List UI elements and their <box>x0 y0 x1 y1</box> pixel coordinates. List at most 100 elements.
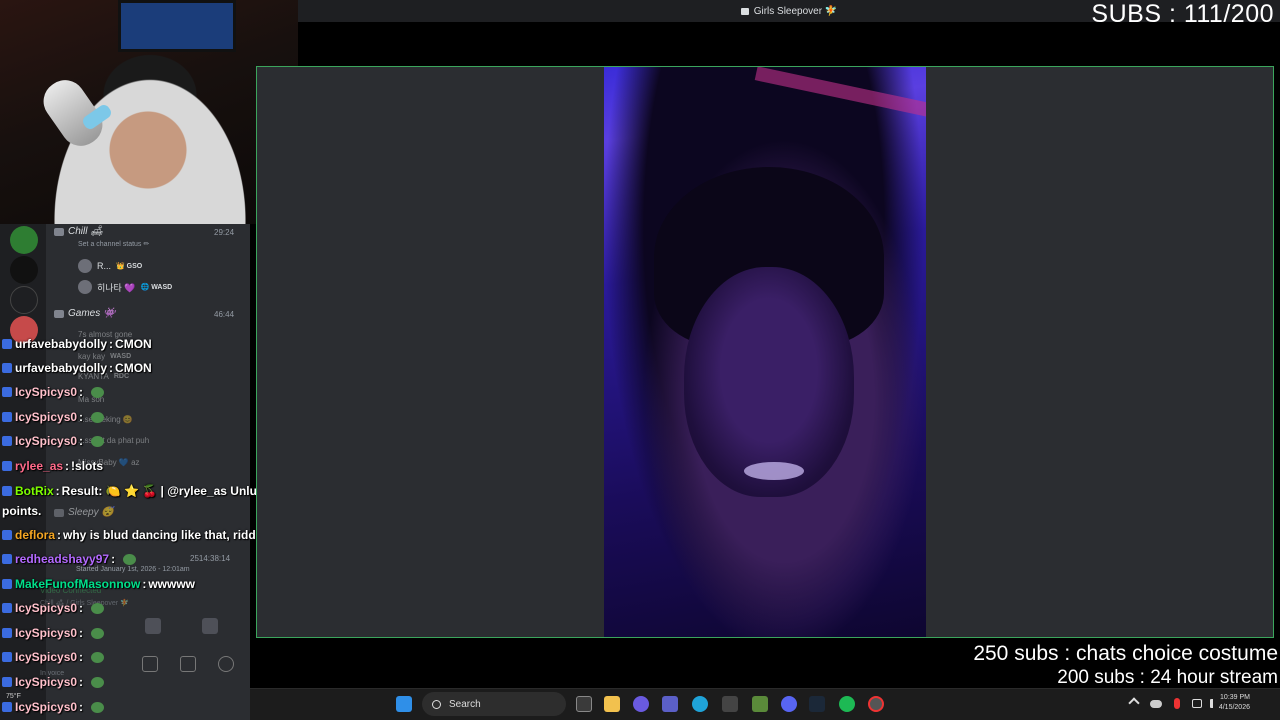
chat-username[interactable]: IcySpicys0 <box>15 650 77 664</box>
chat-separator: : <box>79 601 84 615</box>
light-stripe <box>754 67 926 122</box>
chat-username[interactable]: rylee_as <box>15 459 63 473</box>
chat-message: IcySpicys0 : <box>2 601 105 615</box>
chat-separator: : <box>79 385 84 399</box>
discord-icon[interactable] <box>781 696 797 712</box>
speaker-icon <box>54 309 64 318</box>
chat-separator: : <box>142 577 147 591</box>
headphones-icon[interactable] <box>180 656 196 672</box>
goal-250: 250 subs : chats choice costume <box>973 642 1278 665</box>
chat-badge-icon <box>2 530 12 540</box>
chat-separator: : <box>79 626 84 640</box>
store-icon[interactable] <box>722 696 738 712</box>
obs-icon[interactable] <box>868 696 884 712</box>
spotify-icon[interactable] <box>839 696 855 712</box>
speaker-icon <box>54 508 64 517</box>
voice-channel-games[interactable]: Games 👾 <box>54 308 115 319</box>
chat-username[interactable]: redheadshayy97 <box>15 552 109 566</box>
chat-username[interactable]: IcySpicys0 <box>15 626 77 640</box>
start-button-icon[interactable] <box>396 696 412 712</box>
channel-timer: 29:24 <box>214 228 235 237</box>
chat-username[interactable]: urfavebabydolly <box>15 337 107 351</box>
chat-username[interactable]: IcySpicys0 <box>15 700 77 714</box>
chat-username[interactable]: IcySpicys0 <box>15 410 77 424</box>
chat-text: CMON <box>115 361 152 375</box>
microphone-icon[interactable] <box>142 656 158 672</box>
emote-icon <box>91 651 105 663</box>
cloud-icon[interactable] <box>1150 700 1162 708</box>
chat-badge-icon <box>2 579 12 589</box>
chat-username[interactable]: IcySpicys0 <box>15 385 77 399</box>
chat-username[interactable]: deflora <box>15 528 55 542</box>
chat-badge-icon <box>2 339 12 349</box>
chat-message: redheadshayy97 : <box>2 552 137 566</box>
chat-separator: : <box>65 459 70 473</box>
emote-icon <box>91 435 105 447</box>
soundboard-icon[interactable] <box>202 618 218 634</box>
chat-message: IcySpicys0 : <box>2 626 105 640</box>
taskbar-clock[interactable]: 10:39 PM 4/15/2026 <box>1219 693 1250 713</box>
mic-tray-icon[interactable] <box>1174 698 1180 709</box>
chat-separator: : <box>111 552 116 566</box>
voice-user[interactable]: R... 👑 GSO <box>78 259 142 273</box>
chat-username[interactable]: MakeFunofMasonnow <box>15 577 140 591</box>
chat-username[interactable]: urfavebabydolly <box>15 361 107 375</box>
chat-text: wwwww <box>148 577 196 591</box>
chat-username[interactable]: IcySpicys0 <box>15 675 77 689</box>
server-icon[interactable] <box>10 226 38 254</box>
chat-message: IcySpicys0 : <box>2 675 105 689</box>
chat-separator: : <box>79 675 84 689</box>
voice-channel-chill[interactable]: Chill 🛋 <box>54 226 103 237</box>
chat-message: rylee_as : !slots <box>2 459 103 473</box>
voice-channel-sleepy[interactable]: Sleepy 😴 <box>54 507 114 518</box>
taskbar-search[interactable]: Search <box>422 692 566 716</box>
chat-badge-icon <box>2 652 12 662</box>
chat-separator: : <box>57 528 62 542</box>
chat-message: urfavebabydolly : CMON <box>2 337 152 351</box>
window-title: Girls Sleepover 🧚 <box>753 5 838 17</box>
goal-200: 200 subs : 24 hour stream <box>1057 667 1278 688</box>
channel-status[interactable]: Set a channel status ✏ <box>78 240 149 248</box>
task-view-icon[interactable] <box>576 696 592 712</box>
chat-username[interactable]: IcySpicys0 <box>15 434 77 448</box>
chat-message: MakeFunofMasonnow : wwwww <box>2 577 195 591</box>
server-icon[interactable] <box>10 286 38 314</box>
chat-separator: : <box>55 484 60 498</box>
chat-badge-icon <box>2 702 12 712</box>
chat-message: IcySpicys0 : <box>2 434 105 448</box>
voice-user[interactable]: 히나타 💜 🌐 WASD <box>78 280 172 294</box>
copilot-icon[interactable] <box>633 696 649 712</box>
chat-separator: : <box>79 700 84 714</box>
channel-timer: 2514:38:14 <box>190 554 231 563</box>
chat-separator: : <box>79 410 84 424</box>
server-icon[interactable] <box>10 256 38 284</box>
chat-separator: : <box>109 361 114 375</box>
voice-user[interactable]: kay kay WASD <box>78 352 131 361</box>
clock-date: 4/15/2026 <box>1218 704 1250 711</box>
chat-message: IcySpicys0 : <box>2 410 105 424</box>
weather-text: 75°F <box>6 693 21 700</box>
chat-badge-icon <box>2 486 12 496</box>
chat-text: !slots <box>71 459 104 473</box>
participant-video[interactable] <box>604 67 926 637</box>
app-icon[interactable] <box>752 696 768 712</box>
chat-badge-icon <box>2 677 12 687</box>
emote-icon <box>91 627 105 639</box>
activities-icon[interactable] <box>145 618 161 634</box>
background-monitor <box>118 0 236 52</box>
chat-badge-icon <box>2 387 12 397</box>
file-explorer-icon[interactable] <box>604 696 620 712</box>
avatar <box>78 280 92 294</box>
speaker-icon <box>54 227 64 236</box>
chat-username[interactable]: IcySpicys0 <box>15 601 77 615</box>
chat-message: urfavebabydolly : CMON <box>2 361 152 375</box>
chat-separator: : <box>109 337 114 351</box>
network-icon[interactable] <box>1192 699 1202 708</box>
chat-username[interactable]: BotRix <box>15 484 54 498</box>
edge-icon[interactable] <box>692 696 708 712</box>
chat-message: IcySpicys0 : <box>2 385 105 399</box>
settings-gear-icon[interactable] <box>218 656 234 672</box>
teams-icon[interactable] <box>662 696 678 712</box>
emote-icon <box>91 701 105 713</box>
steam-icon[interactable] <box>809 696 825 712</box>
